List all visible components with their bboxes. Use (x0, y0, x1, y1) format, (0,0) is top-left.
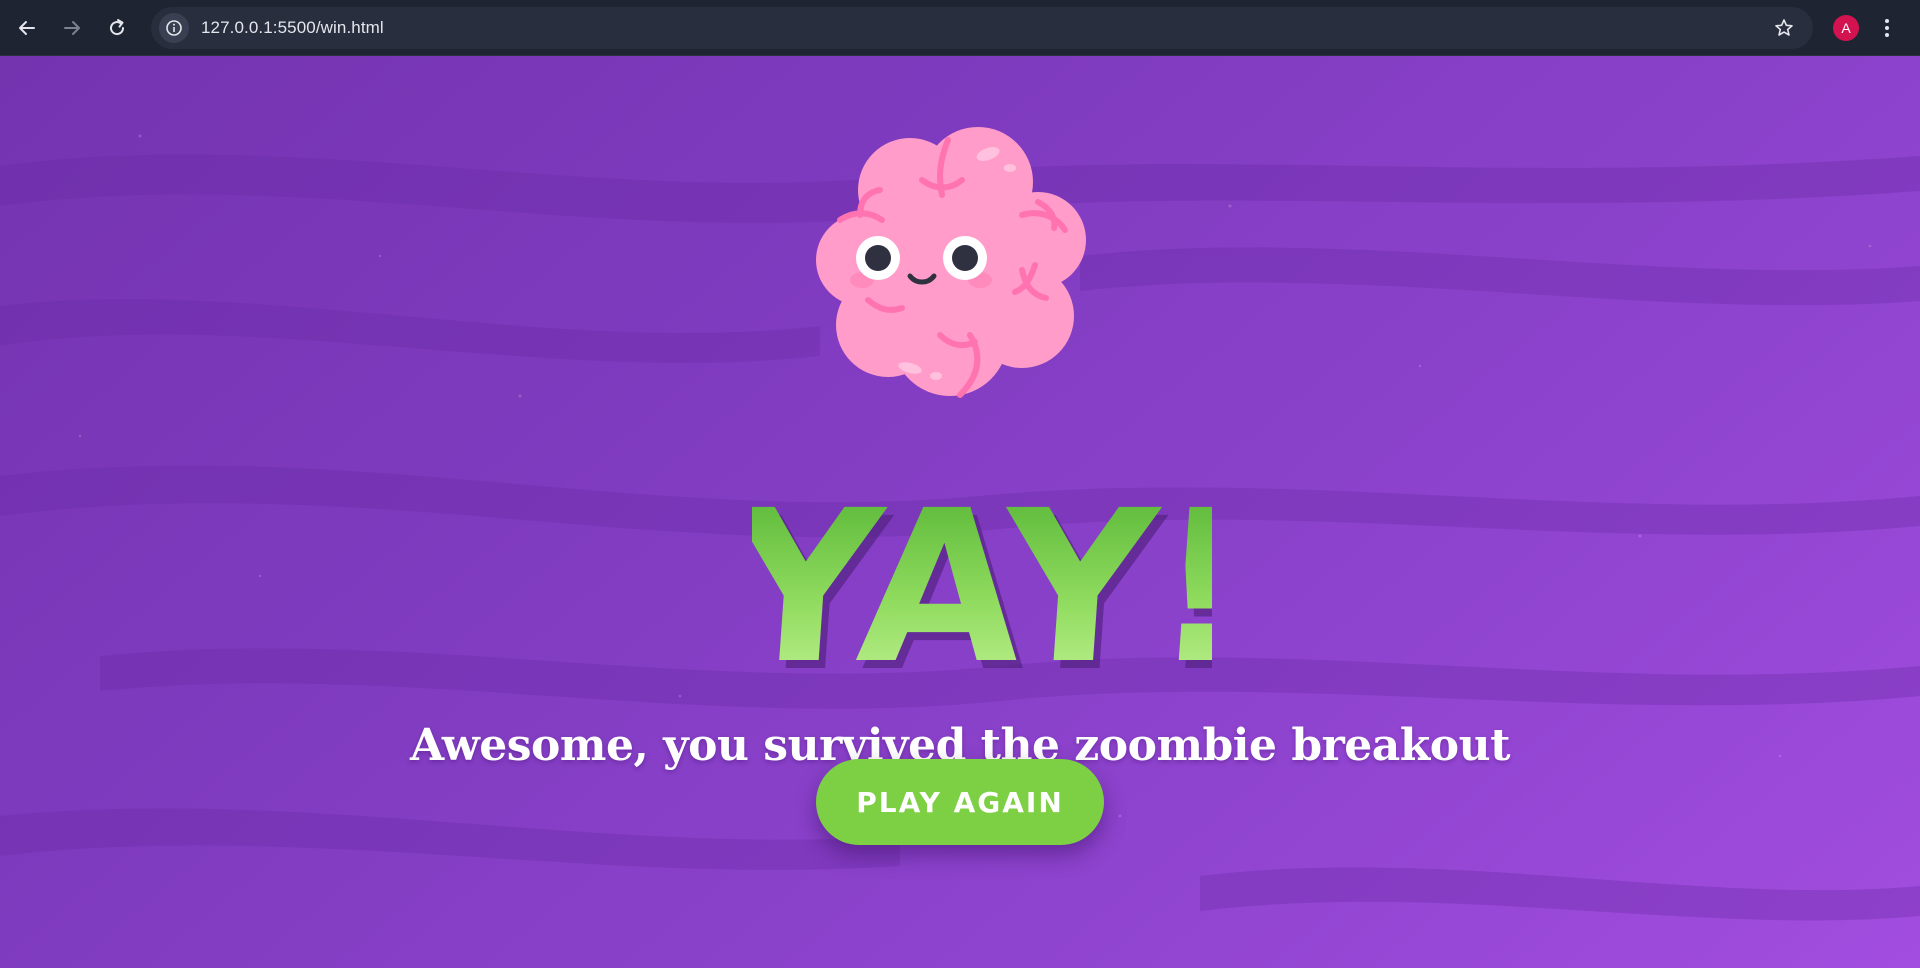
site-info-button[interactable] (159, 12, 189, 43)
arrow-right-icon (64, 20, 80, 35)
star-icon (1775, 18, 1793, 36)
address-bar[interactable]: 127.0.0.1:5500/win.html (151, 6, 1813, 49)
reload-icon (110, 18, 125, 35)
yay-heading-text: YAY! (752, 465, 1212, 700)
browser-menu-button[interactable] (1875, 13, 1899, 43)
profile-avatar[interactable]: A (1833, 14, 1859, 41)
forward-button[interactable] (54, 10, 90, 46)
bookmark-button[interactable] (1769, 13, 1799, 43)
brain-mascot-icon (816, 127, 1086, 398)
arrow-left-icon (19, 20, 35, 35)
info-icon (166, 19, 182, 36)
yay-heading: YAY! YAY! (752, 465, 1212, 700)
browser-toolbar: 127.0.0.1:5500/win.html A (0, 0, 1920, 56)
back-button[interactable] (9, 10, 45, 46)
play-again-button[interactable]: PLAY AGAIN (816, 759, 1104, 845)
url-text[interactable]: 127.0.0.1:5500/win.html (201, 18, 384, 38)
more-vert-icon (1885, 18, 1889, 37)
reload-button[interactable] (99, 10, 135, 46)
